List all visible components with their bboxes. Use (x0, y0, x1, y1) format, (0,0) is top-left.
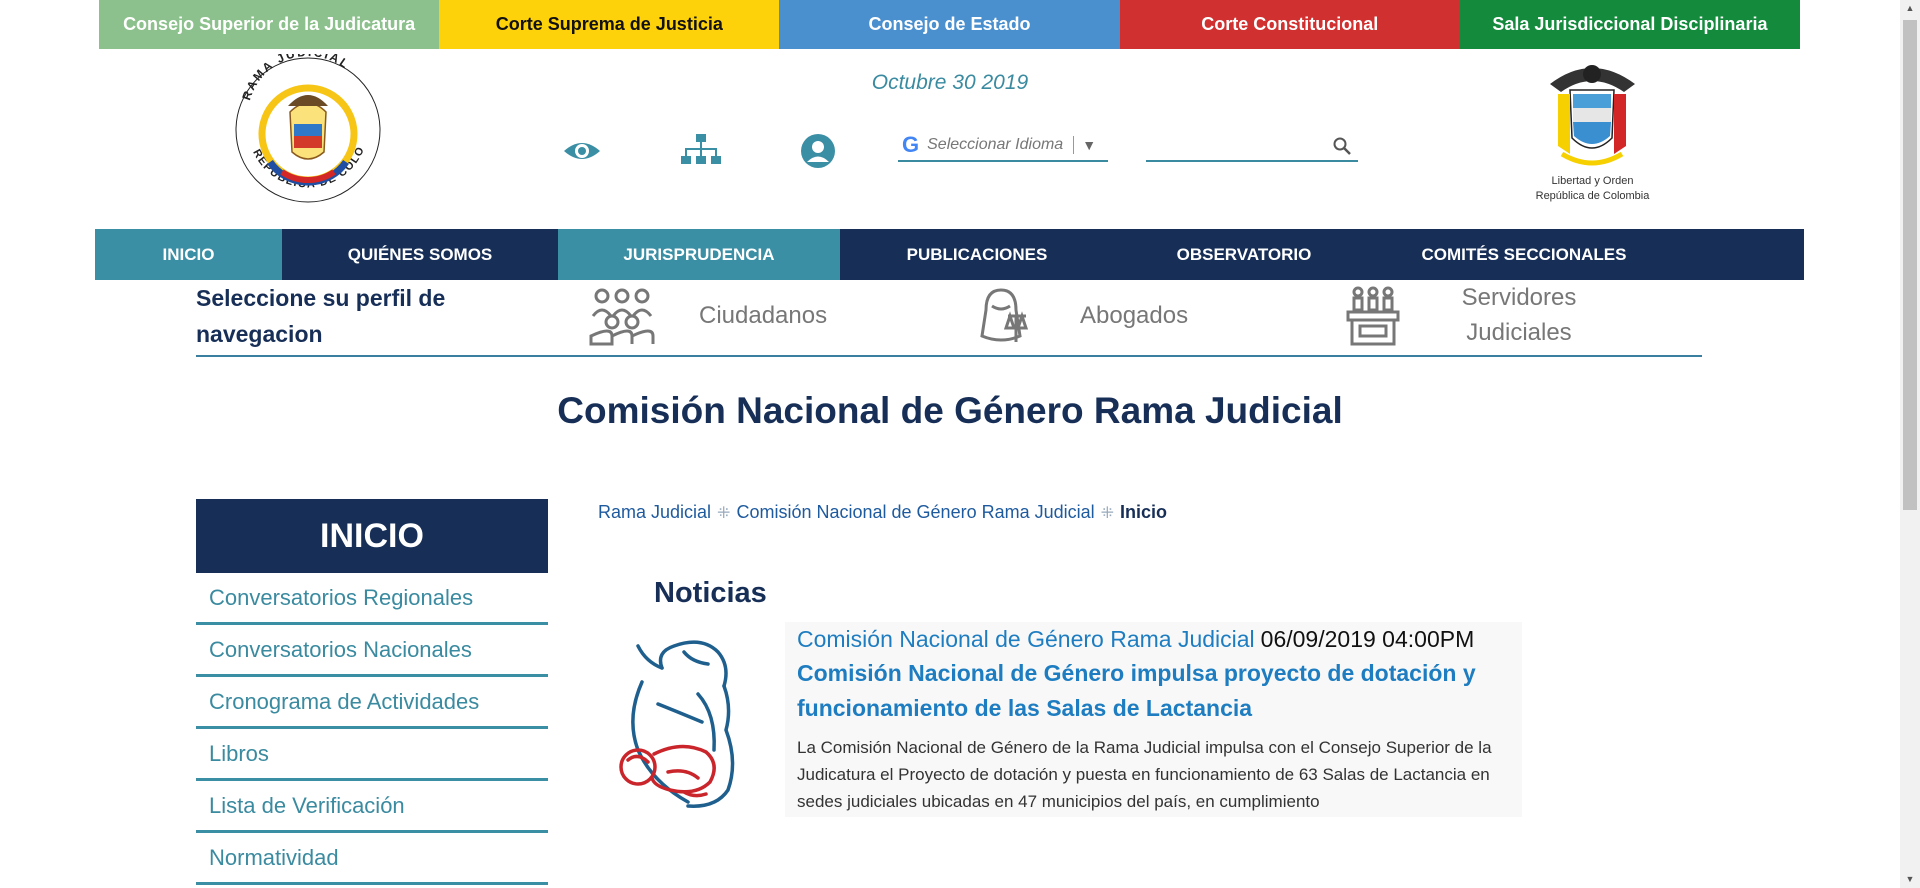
coat-of-arms-country: República de Colombia (1535, 190, 1650, 202)
breadcrumb-comision[interactable]: Comisión Nacional de Género Rama Judicia… (736, 502, 1094, 523)
breadcrumb-current: Inicio (1120, 502, 1168, 522)
profile-selector-label: Seleccione su perfil de navegacion (196, 285, 446, 347)
user-account-icon[interactable] (800, 133, 840, 169)
sidebar-item-libros[interactable]: Libros (196, 729, 548, 781)
nav-comites-seccionales[interactable]: COMITÉS SECCIONALES (1374, 229, 1674, 280)
news-summary: La Comisión Nacional de Género de la Ram… (797, 738, 1492, 811)
page-title: Comisión Nacional de Género Rama Judicia… (557, 390, 1343, 431)
profile-selector: Seleccione su perfil de navegacion Ciuda… (196, 280, 1702, 357)
search-box (1146, 130, 1358, 162)
judicial-servants-icon (1346, 286, 1400, 346)
sidebar-item-cronograma-actividades[interactable]: Cronograma de Actividades (196, 677, 548, 729)
citizens-icon (589, 288, 655, 346)
search-input[interactable] (1146, 130, 1326, 160)
rama-judicial-logo[interactable]: RAMA JUDICIAL REPÚBLICA DE COLOMBIA (223, 45, 388, 206)
nav-publicaciones[interactable]: PUBLICACIONES (840, 229, 1114, 280)
colombia-coat-of-arms-logo: Libertad y Orden República de Colombia (1520, 54, 1665, 204)
coat-of-arms-motto: Libertad y Orden (1551, 175, 1634, 187)
topbar-link-corte-suprema[interactable]: Corte Suprema de Justicia (439, 0, 780, 49)
nav-jurisprudencia[interactable]: JURISPRUDENCIA (558, 229, 840, 280)
news-datetime: 06/09/2019 04:00PM (1260, 626, 1475, 652)
scrollbar-thumb[interactable] (1903, 20, 1917, 510)
topbar-link-sala-disciplinaria[interactable]: Sala Jurisdiccional Disciplinaria (1459, 0, 1801, 49)
search-icon[interactable] (1332, 136, 1352, 156)
sidebar-item-conversatorios-nacionales[interactable]: Conversatorios Nacionales (196, 625, 548, 677)
language-selector-label: Seleccionar Idioma (927, 136, 1064, 153)
scroll-down-arrow-icon[interactable]: ▼ (1900, 871, 1920, 888)
news-thumbnail-breastfeeding[interactable] (598, 622, 785, 817)
profile-ciudadanos[interactable]: Ciudadanos (588, 280, 868, 352)
news-headline-link[interactable]: Comisión Nacional de Género impulsa proy… (797, 656, 1522, 726)
news-source-link[interactable]: Comisión Nacional de Género Rama Judicia… (797, 626, 1255, 652)
sidebar-item-normatividad[interactable]: Normatividad (196, 833, 548, 885)
breadcrumb-separator-icon: ⁜ (717, 504, 731, 522)
dropdown-arrow-icon: ▼ (1082, 137, 1097, 153)
main-navigation: INICIO QUIÉNES SOMOS JURISPRUDENCIA PUBL… (95, 229, 1804, 280)
topbar-link-consejo-superior[interactable]: Consejo Superior de la Judicatura (99, 0, 440, 49)
language-selector[interactable]: G Seleccionar Idioma ▼ (898, 130, 1108, 162)
profile-ciudadanos-label: Ciudadanos (699, 302, 828, 329)
nav-observatorio[interactable]: OBSERVATORIO (1114, 229, 1374, 280)
lawyer-justice-icon (980, 288, 1029, 342)
current-date: Octubre 30 2019 (871, 71, 1029, 94)
eye-icon[interactable] (562, 133, 602, 169)
topbar-link-consejo-estado[interactable]: Consejo de Estado (779, 0, 1120, 49)
nav-quienes-somos[interactable]: QUIÉNES SOMOS (282, 229, 558, 280)
sidebar-item-conversatorios-regionales[interactable]: Conversatorios Regionales (196, 573, 548, 625)
coat-of-arms-caption: Libertad y Orden República de Colombia (1520, 174, 1665, 204)
news-section-title: Noticias (654, 577, 767, 609)
breadcrumb-rama-judicial[interactable]: Rama Judicial (598, 502, 711, 523)
top-institutions-bar: Consejo Superior de la Judicatura Corte … (99, 0, 1801, 49)
scroll-up-arrow-icon[interactable]: ▲ (1900, 0, 1920, 17)
google-g-icon: G (902, 132, 920, 157)
topbar-link-corte-constitucional[interactable]: Corte Constitucional (1119, 0, 1460, 49)
nav-inicio[interactable]: INICIO (95, 229, 282, 280)
profile-servidores-judiciales[interactable]: Servidores Judiciales (1346, 280, 1646, 352)
news-item: Comisión Nacional de Género Rama Judicia… (785, 622, 1522, 817)
sidebar-item-lista-verificacion[interactable]: Lista de Verificación (196, 781, 548, 833)
vertical-scrollbar[interactable]: ▲ ▼ (1900, 0, 1920, 888)
profile-servidores-label: Servidores Judiciales (1461, 284, 1577, 346)
breadcrumb: Rama Judicial ⁜ Comisión Nacional de Gén… (598, 502, 1167, 523)
profile-abogados-label: Abogados (1080, 302, 1189, 329)
profile-abogados[interactable]: Abogados (970, 280, 1230, 352)
language-selector-divider (1073, 136, 1075, 154)
sidebar: INICIO Conversatorios Regionales Convers… (196, 499, 548, 885)
breadcrumb-separator-icon: ⁜ (1100, 504, 1115, 522)
sitemap-icon[interactable] (680, 133, 721, 169)
sidebar-title: INICIO (196, 499, 548, 573)
